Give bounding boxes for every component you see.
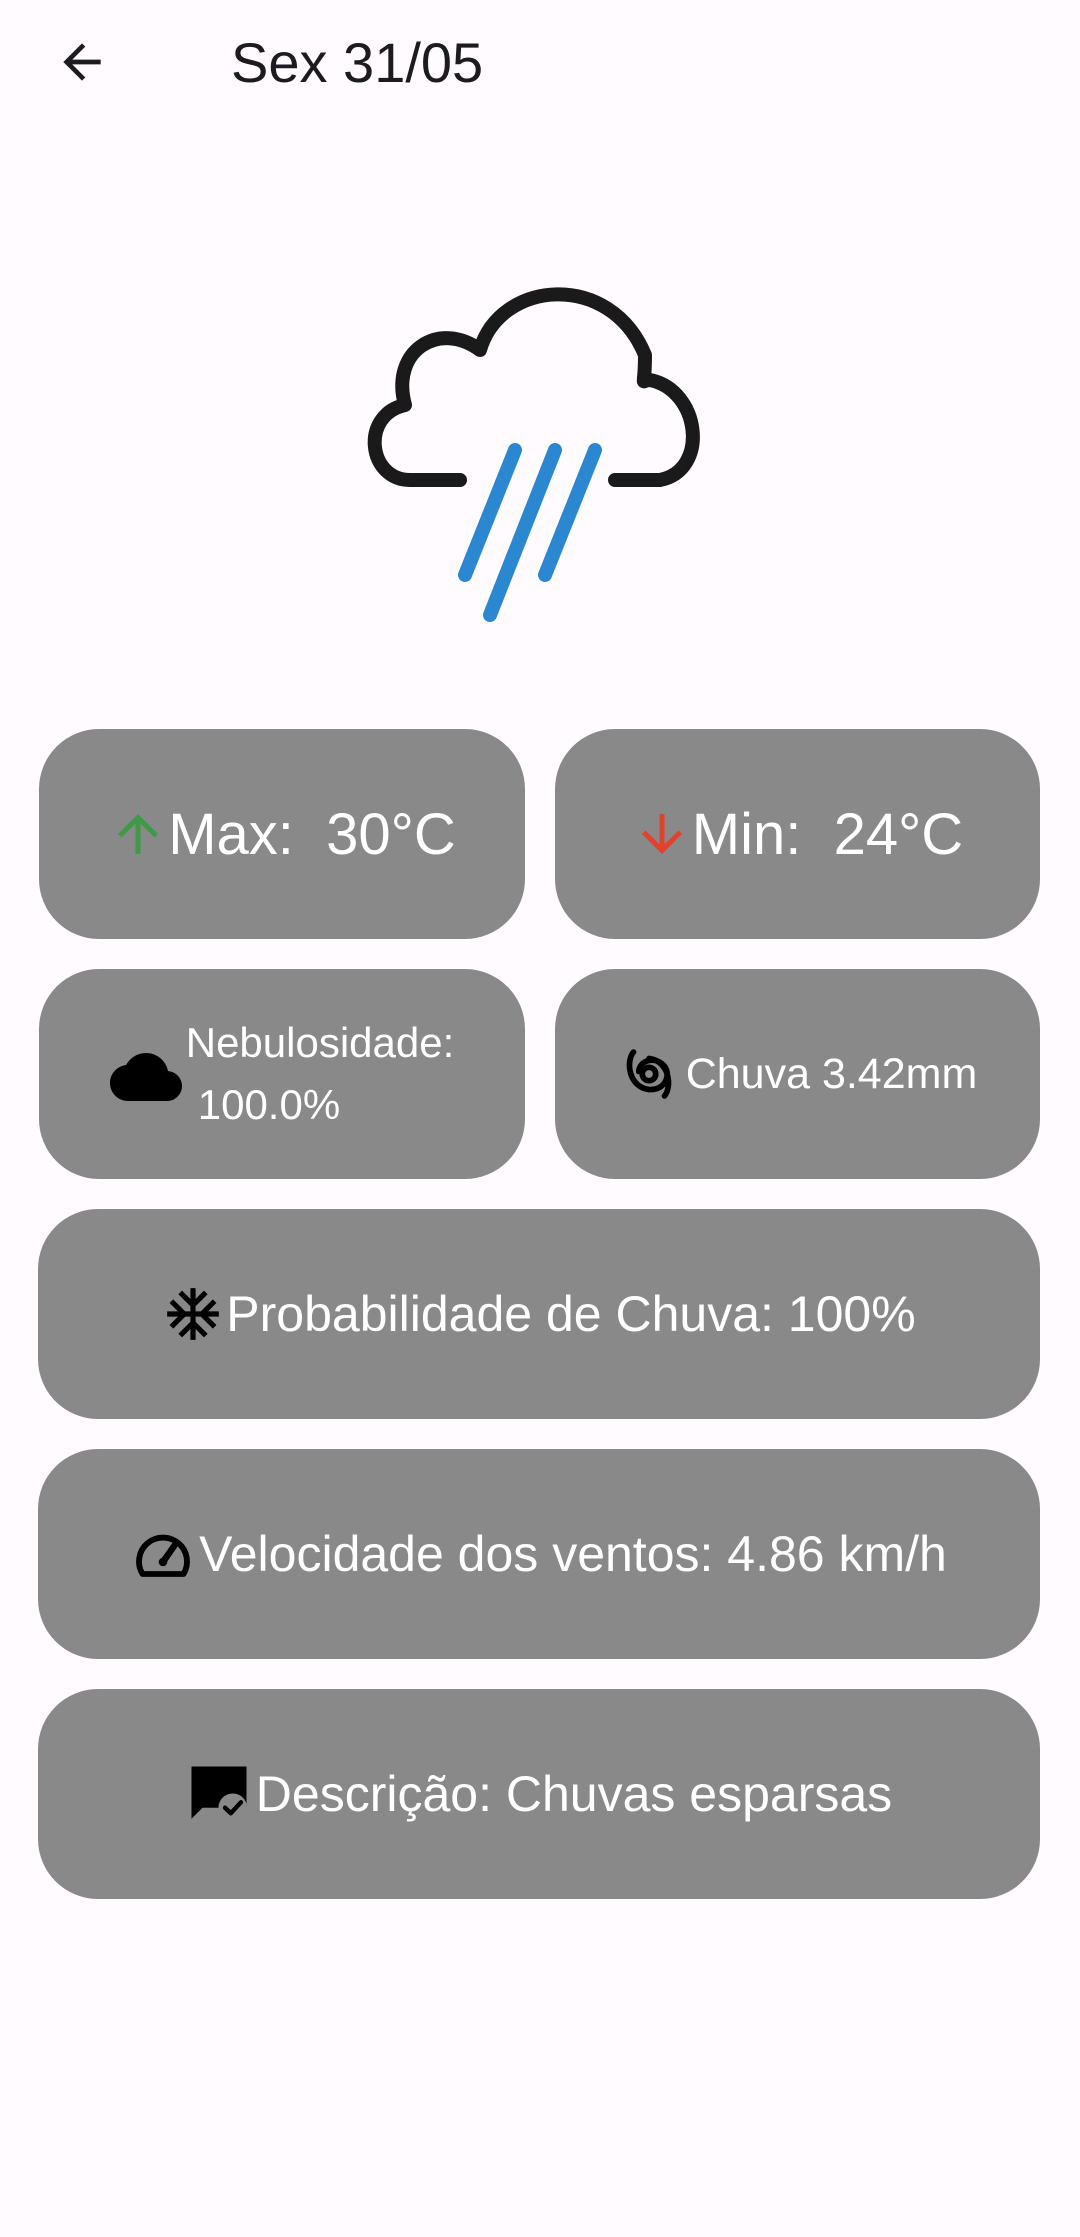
cloudiness-text: Nebulosidade: 100.0% xyxy=(186,1012,455,1136)
wind-speed-card: Velocidade dos ventos: 4.86 km/h xyxy=(38,1449,1040,1659)
description-label: Descrição: Chuvas esparsas xyxy=(255,1766,893,1822)
speedometer-icon xyxy=(131,1522,195,1586)
cloudiness-card: Nebulosidade: 100.0% xyxy=(39,969,525,1179)
cloud-icon xyxy=(109,1041,182,1113)
arrow-back-icon xyxy=(63,43,101,81)
min-temperature-card: Min: 24°C xyxy=(555,729,1040,939)
cloudiness-value: 100.0% xyxy=(197,1081,341,1128)
description-card: Descrição: Chuvas esparsas xyxy=(38,1689,1040,1899)
arrow-down-icon xyxy=(632,804,692,864)
cloudiness-label: Nebulosidade: xyxy=(185,1019,455,1066)
min-temperature-label: Min: 24°C xyxy=(691,801,964,867)
snowflake-icon xyxy=(162,1283,224,1345)
arrow-up-icon xyxy=(108,804,168,864)
cyclone-icon xyxy=(618,1043,680,1105)
rain-amount-card: Chuva 3.42mm xyxy=(555,969,1040,1179)
page-title: Sex 31/05 xyxy=(231,31,484,94)
app-bar: Sex 31/05 xyxy=(0,0,1080,126)
rain-probability-label: Probabilidade de Chuva: 100% xyxy=(226,1286,916,1342)
max-temperature-card: Max: 30°C xyxy=(39,729,525,939)
rain-probability-card: Probabilidade de Chuva: 100% xyxy=(38,1209,1040,1419)
comment-check-icon xyxy=(186,1761,252,1827)
cloud-rain-icon xyxy=(350,240,740,630)
wind-speed-label: Velocidade dos ventos: 4.86 km/h xyxy=(199,1526,947,1582)
rain-amount-label: Chuva 3.42mm xyxy=(685,1049,978,1098)
max-temperature-label: Max: 30°C xyxy=(168,801,456,867)
back-button[interactable] xyxy=(40,20,124,104)
